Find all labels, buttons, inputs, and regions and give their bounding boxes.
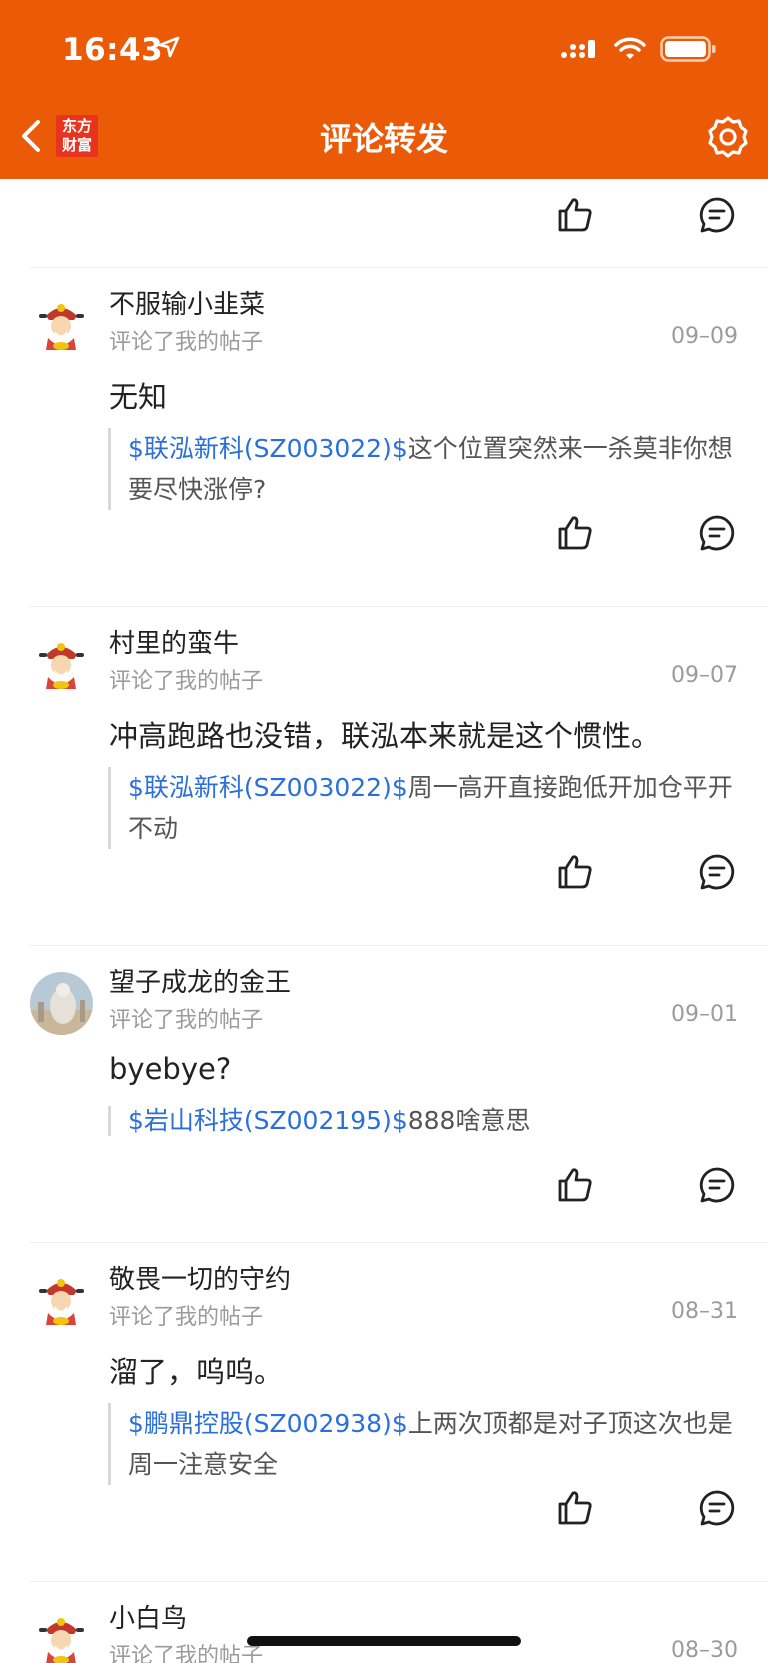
previous-item-actions (0, 179, 768, 267)
notification-item[interactable]: 敬畏一切的守约 评论了我的帖子 08–31 溜了，呜呜。 $鹏鼎控股(SZ002… (0, 1243, 768, 1581)
date: 09–07 (671, 663, 738, 688)
thumbs-up-icon[interactable] (556, 196, 594, 234)
date: 09–09 (671, 324, 738, 349)
username[interactable]: 不服输小韭菜 (109, 284, 265, 321)
username[interactable]: 敬畏一切的守约 (109, 1259, 291, 1296)
comment-text: byebye? (109, 1052, 232, 1086)
notification-feed: 不服输小韭菜 评论了我的帖子 09–09 无知 $联泓新科(SZ003022)$… (0, 179, 768, 1663)
comment-bubble-icon[interactable] (698, 1489, 736, 1527)
stock-link[interactable]: $联泓新科(SZ003022)$ (128, 773, 408, 802)
notification-type: 评论了我的帖子 (109, 330, 264, 355)
stock-link[interactable]: $联泓新科(SZ003022)$ (128, 434, 408, 463)
app-header: 16:43 东方 财富 评论转发 (0, 0, 768, 179)
avatar[interactable] (30, 294, 93, 357)
status-time: 16:43 (62, 32, 164, 68)
battery-icon (660, 36, 716, 62)
quoted-post[interactable]: $联泓新科(SZ003022)$周一高开直接跑低开加仓平开不动 (108, 767, 733, 849)
username[interactable]: 小白鸟 (109, 1598, 187, 1635)
quoted-post[interactable]: $岩山科技(SZ002195)$888啥意思 (108, 1106, 733, 1136)
location-arrow-icon (158, 36, 180, 58)
home-indicator (247, 1636, 521, 1646)
avatar[interactable] (30, 972, 93, 1035)
avatar[interactable] (30, 633, 93, 696)
settings-gear-icon[interactable] (706, 115, 750, 159)
thumbs-up-icon[interactable] (556, 514, 594, 552)
notification-type: 评论了我的帖子 (109, 1305, 264, 1330)
comment-bubble-icon[interactable] (698, 196, 736, 234)
notification-item[interactable]: 不服输小韭菜 评论了我的帖子 09–09 无知 $联泓新科(SZ003022)$… (0, 268, 768, 606)
stock-link[interactable]: $岩山科技(SZ002195)$ (128, 1106, 408, 1135)
quoted-post[interactable]: $联泓新科(SZ003022)$这个位置突然来一杀莫非你想要尽快涨停? (108, 428, 733, 510)
notification-type: 评论了我的帖子 (109, 1008, 264, 1033)
notification-type: 评论了我的帖子 (109, 669, 264, 694)
notification-item[interactable]: 村里的蛮牛 评论了我的帖子 09–07 冲高跑路也没错，联泓本来就是这个惯性。 … (0, 607, 768, 945)
comment-text: 冲高跑路也没错，联泓本来就是这个惯性。 (109, 719, 661, 753)
signal-icon (561, 40, 595, 58)
comment-bubble-icon[interactable] (698, 1166, 736, 1204)
comment-bubble-icon[interactable] (698, 853, 736, 891)
avatar[interactable] (30, 1608, 93, 1663)
comment-text: 无知 (109, 380, 168, 414)
comment-text: 溜了，呜呜。 (109, 1355, 284, 1389)
stock-link[interactable]: $鹏鼎控股(SZ002938)$ (128, 1409, 408, 1438)
date: 08–30 (671, 1638, 738, 1663)
quoted-text: 888啥意思 (407, 1106, 531, 1135)
notification-type: 评论了我的帖子 (109, 1644, 264, 1663)
notification-item[interactable]: 小白鸟 评论了我的帖子 08–30 (0, 1582, 768, 1663)
quoted-post[interactable]: $鹏鼎控股(SZ002938)$上两次顶都是对子顶这次也是周一注意安全 (108, 1403, 733, 1485)
wifi-icon (614, 37, 646, 59)
date: 09–01 (671, 1002, 738, 1027)
date: 08–31 (671, 1299, 738, 1324)
username[interactable]: 望子成龙的金王 (109, 962, 291, 999)
notification-item[interactable]: 望子成龙的金王 评论了我的帖子 09–01 byebye? $岩山科技(SZ00… (0, 946, 768, 1242)
page-title: 评论转发 (319, 120, 448, 158)
comment-bubble-icon[interactable] (698, 514, 736, 552)
thumbs-up-icon[interactable] (556, 1489, 594, 1527)
username[interactable]: 村里的蛮牛 (109, 623, 239, 660)
thumbs-up-icon[interactable] (556, 853, 594, 891)
avatar[interactable] (30, 1269, 93, 1332)
thumbs-up-icon[interactable] (556, 1166, 594, 1204)
